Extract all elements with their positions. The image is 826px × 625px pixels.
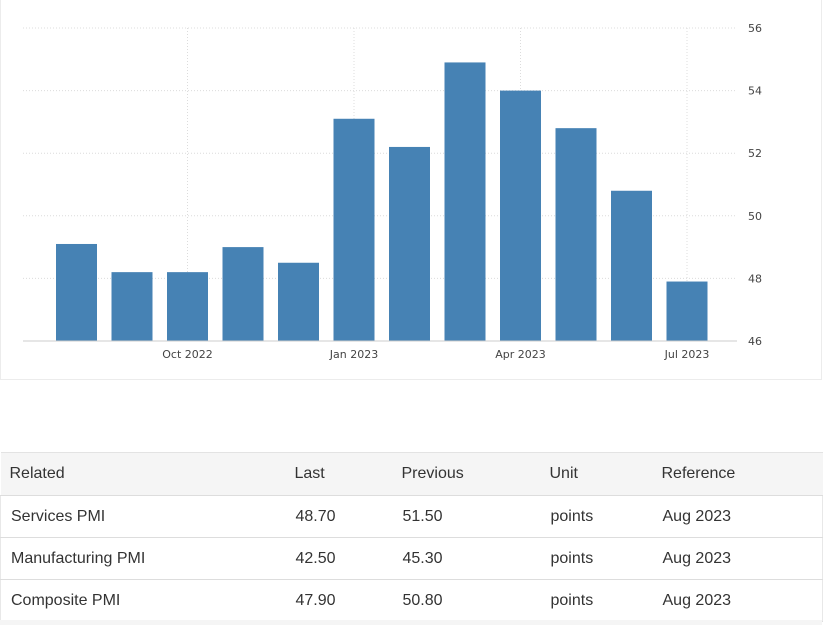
reference-value: Aug 2023 xyxy=(652,495,823,538)
y-tick-label: 50 xyxy=(748,210,762,223)
bar-feb-2023 xyxy=(389,146,430,341)
bar-oct-2022 xyxy=(167,272,208,341)
unit-value: points xyxy=(540,579,653,622)
table-row[interactable]: Composite PMI 47.90 50.80 points Aug 202… xyxy=(0,579,823,622)
header-previous[interactable]: Previous xyxy=(392,452,541,496)
x-tick-label: Jul 2023 xyxy=(664,348,710,361)
bar-jan-2023 xyxy=(333,118,375,342)
y-tick-label: 56 xyxy=(748,22,762,35)
header-related[interactable]: Related xyxy=(0,452,286,496)
header-last[interactable]: Last xyxy=(285,452,393,496)
x-tick-label: Jan 2023 xyxy=(329,348,378,361)
y-tick-label: 54 xyxy=(748,85,762,98)
bar-jul-2023 xyxy=(666,281,708,341)
bar-mar-2023 xyxy=(444,62,486,342)
reference-value: Aug 2023 xyxy=(652,537,823,580)
bar-nov-2022 xyxy=(222,247,264,341)
last-value: 42.50 xyxy=(285,537,393,580)
y-tick-label: 46 xyxy=(748,335,762,348)
last-value: 48.70 xyxy=(285,495,393,538)
table-row[interactable]: Services PMI 48.70 51.50 points Aug 2023 xyxy=(0,495,823,538)
previous-value: 45.30 xyxy=(392,537,541,580)
bar-may-2023 xyxy=(555,128,597,341)
table-header-row: Related Last Previous Unit Reference xyxy=(0,452,823,496)
x-tick-label: Oct 2022 xyxy=(162,348,213,361)
table-footer-strip xyxy=(0,620,822,625)
related-name-link[interactable]: Services PMI xyxy=(0,495,286,538)
header-unit[interactable]: Unit xyxy=(540,452,653,496)
previous-value: 50.80 xyxy=(392,579,541,622)
bar-jun-2023 xyxy=(611,190,652,341)
bar-dec-2022 xyxy=(278,262,319,341)
unit-value: points xyxy=(540,495,653,538)
bar-aug-2022 xyxy=(56,243,97,341)
reference-value: Aug 2023 xyxy=(652,579,823,622)
bar-sep-2022 xyxy=(111,272,153,341)
related-name-link[interactable]: Composite PMI xyxy=(0,579,286,622)
y-tick-label: 48 xyxy=(748,272,762,285)
related-table: Related Last Previous Unit Reference Ser… xyxy=(0,452,823,622)
bar-apr-2023 xyxy=(500,90,541,341)
table-row[interactable]: Manufacturing PMI 42.50 45.30 points Aug… xyxy=(0,537,823,580)
chart-panel: 46 48 50 52 54 56 Oct 2022 Jan 2023 Apr 2023 Jul … xyxy=(0,0,822,380)
last-value: 47.90 xyxy=(285,579,393,622)
related-name-link[interactable]: Manufacturing PMI xyxy=(0,537,286,580)
bar-chart: 46 48 50 52 54 56 Oct 2022 Jan 2023 Apr 2023 Jul … xyxy=(23,22,762,361)
y-tick-label: 52 xyxy=(748,147,762,160)
x-tick-label: Apr 2023 xyxy=(495,348,546,361)
unit-value: points xyxy=(540,537,653,580)
previous-value: 51.50 xyxy=(392,495,541,538)
header-reference[interactable]: Reference xyxy=(652,452,823,496)
